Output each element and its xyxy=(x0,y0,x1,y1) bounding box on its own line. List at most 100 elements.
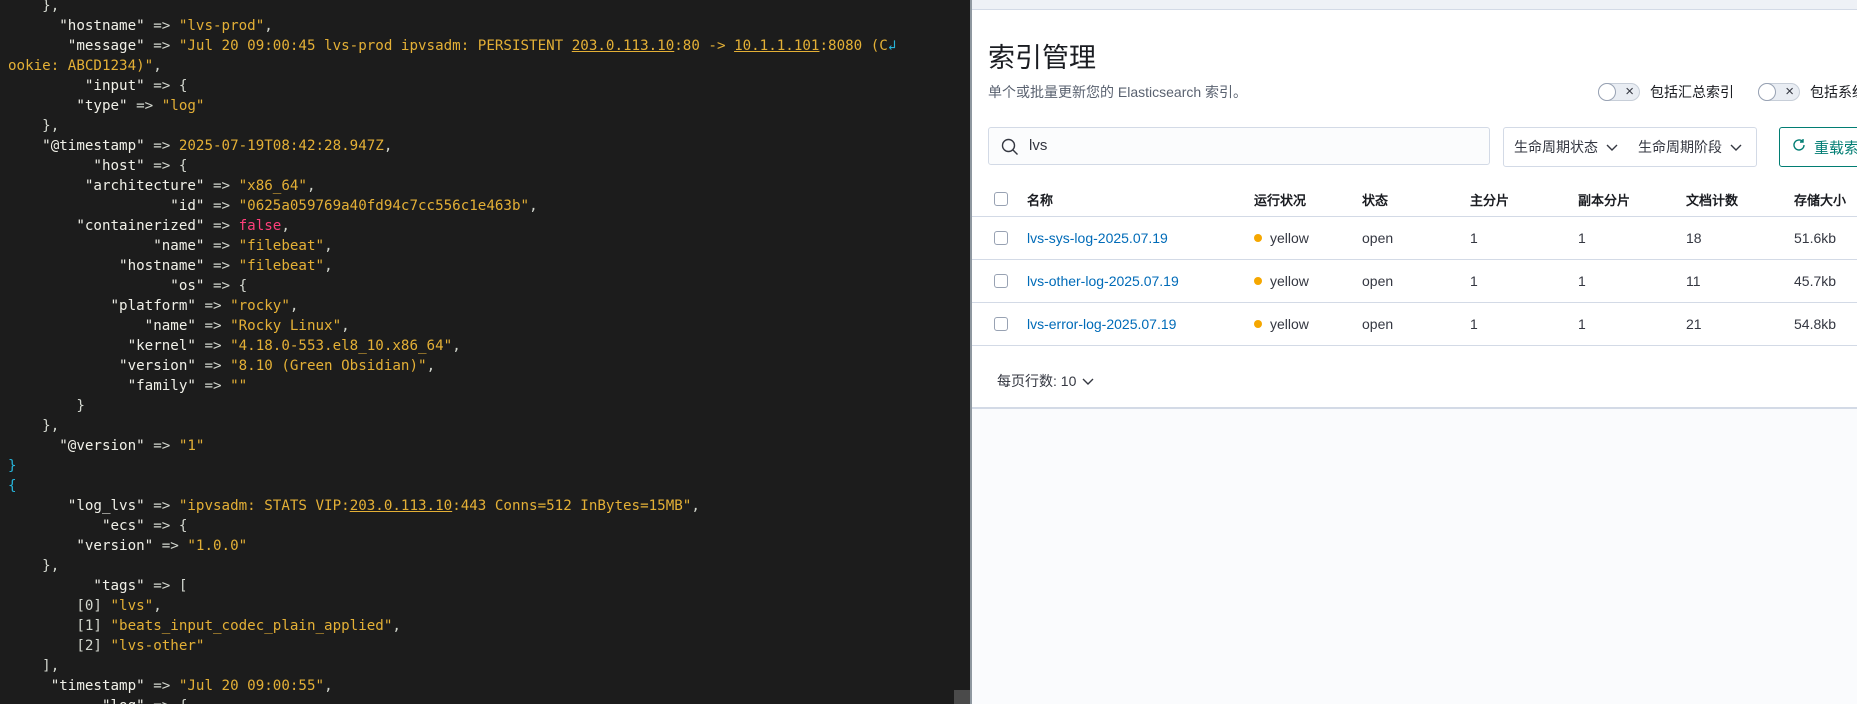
terminal-token: => xyxy=(204,258,239,274)
terminal-token: "log" xyxy=(161,98,205,114)
row-checkbox[interactable] xyxy=(994,260,1008,302)
terminal-token: , xyxy=(691,498,700,514)
primary-shards-cell-text: 1 xyxy=(1470,230,1478,246)
terminal-token: ], xyxy=(8,658,60,674)
row-checkbox[interactable] xyxy=(994,217,1008,259)
terminal-token: "8.10 (Green Obsidian)" xyxy=(230,358,427,374)
terminal-line: "name" => "Rocky Linux", xyxy=(8,316,950,336)
toggle-knob xyxy=(1758,83,1776,101)
terminal-line: "message" => "Jul 20 09:00:45 lvs-prod i… xyxy=(8,36,950,56)
storage-size-cell-text: 45.7kb xyxy=(1794,273,1837,289)
terminal-token: "ecs" xyxy=(8,518,145,534)
index-name-link-text[interactable]: lvs-error-log-2025.07.19 xyxy=(1027,316,1176,332)
terminal-token: , xyxy=(383,138,393,154)
terminal-token: { xyxy=(8,478,17,494)
toggle-knob xyxy=(1598,83,1616,101)
page-subtitle: 单个或批量更新您的 Elasticsearch 索引。 xyxy=(988,84,1248,100)
rows-per-page-label: 每页行数: 10 xyxy=(997,373,1077,389)
toggle-switch[interactable]: × xyxy=(1758,83,1800,101)
terminal-scrollbar[interactable] xyxy=(954,690,970,704)
health-cell-text: yellow xyxy=(1270,316,1309,332)
terminal-line: "os" => { xyxy=(8,276,950,296)
column-header-status[interactable]: 状态 xyxy=(1362,182,1388,216)
terminal-token: [1] xyxy=(8,618,111,634)
terminal-token: , xyxy=(392,618,401,634)
terminal-token: :80 -> xyxy=(674,38,735,54)
terminal-token: "timestamp" xyxy=(8,678,145,694)
index-name-link[interactable]: lvs-sys-log-2025.07.19 xyxy=(1027,217,1168,259)
terminal-token: ↲ xyxy=(887,38,897,54)
terminal-token: "architecture" xyxy=(8,178,205,194)
terminal-token: => xyxy=(195,298,231,314)
primary-shards-cell-text: 1 xyxy=(1470,316,1478,332)
terminal-line: } xyxy=(8,396,950,416)
doc-count-cell-text: 18 xyxy=(1686,230,1702,246)
status-cell: open xyxy=(1362,260,1393,302)
toggle-include-rollup[interactable]: × 包括汇总索引 xyxy=(1598,82,1734,102)
toggle-switch[interactable]: × xyxy=(1598,83,1640,101)
terminal-token: , xyxy=(529,198,538,214)
health-cell-text: yellow xyxy=(1270,273,1309,289)
column-header-health[interactable]: 运行状况 xyxy=(1254,182,1306,216)
row-checkbox[interactable] xyxy=(994,303,1008,345)
terminal-line: "version" => "8.10 (Green Obsidian)", xyxy=(8,356,950,376)
search-input[interactable]: lvs xyxy=(988,127,1490,165)
select-all-checkbox[interactable] xyxy=(994,182,1008,216)
lifecycle-phase-filter[interactable]: 生命周期阶段 xyxy=(1628,128,1752,166)
terminal-line: "id" => "0625a059769a40fd94c7cc556c1e463… xyxy=(8,196,950,216)
terminal-line: [1] "beats_input_codec_plain_applied", xyxy=(8,616,950,636)
terminal-line: "log" => { xyxy=(8,696,950,704)
primary-shards-cell: 1 xyxy=(1470,260,1478,302)
terminal-token: => xyxy=(204,238,239,254)
terminal-token: , xyxy=(324,678,333,694)
page-title: 索引管理 xyxy=(988,43,1096,73)
index-name-link-text[interactable]: lvs-sys-log-2025.07.19 xyxy=(1027,230,1168,246)
chevron-down-icon xyxy=(1082,373,1094,389)
terminal-line: { xyxy=(8,476,950,496)
reload-indices-button[interactable]: 重载索 xyxy=(1779,127,1857,167)
terminal-token: => xyxy=(195,338,231,354)
refresh-icon xyxy=(1792,138,1806,156)
toggle-include-system[interactable]: × 包括系统 xyxy=(1758,82,1857,102)
health-status-icon xyxy=(1254,277,1262,285)
terminal-token: "type" xyxy=(8,98,128,114)
terminal-line: "timestamp" => "Jul 20 09:00:55", xyxy=(8,676,950,696)
terminal-token: "beats_input_codec_plain_applied" xyxy=(110,618,393,634)
status-cell-text: open xyxy=(1362,273,1394,289)
terminal-token: "kernel" xyxy=(8,338,196,354)
health-cell: yellow xyxy=(1254,303,1309,345)
rows-per-page-selector[interactable]: 每页行数: 10 xyxy=(997,371,1094,391)
terminal-window[interactable]: }, "hostname" => "lvs-prod", "message" =… xyxy=(0,0,970,704)
terminal-token: "containerized" xyxy=(8,218,205,234)
index-name-link-text[interactable]: lvs-other-log-2025.07.19 xyxy=(1027,273,1179,289)
terminal-token: => xyxy=(204,178,239,194)
doc-count-cell: 21 xyxy=(1686,303,1702,345)
replica-shards-cell-text: 1 xyxy=(1578,316,1586,332)
terminal-line: "type" => "log" xyxy=(8,96,950,116)
terminal-token: , xyxy=(289,298,299,314)
column-header-docs[interactable]: 文档计数 xyxy=(1686,182,1738,216)
column-header-size[interactable]: 存储大小 xyxy=(1794,182,1846,216)
terminal-token: , xyxy=(341,318,350,334)
storage-size-cell-text: 51.6kb xyxy=(1794,230,1837,246)
filter-label: 生命周期状态 xyxy=(1514,139,1598,155)
terminal-token: "version" xyxy=(8,358,196,374)
index-management-panel: 索引管理 单个或批量更新您的 Elasticsearch 索引。 × 包括汇总索… xyxy=(972,10,1857,409)
terminal-line: "tags" => [ xyxy=(8,576,950,596)
health-cell: yellow xyxy=(1254,217,1309,259)
terminal-token: "name" xyxy=(8,238,205,254)
terminal-token: }, xyxy=(8,118,60,134)
index-name-link[interactable]: lvs-other-log-2025.07.19 xyxy=(1027,260,1179,302)
terminal-token: "id" xyxy=(8,198,205,214)
terminal-token: "filebeat" xyxy=(238,238,325,254)
column-header-name[interactable]: 名称 xyxy=(1027,182,1053,216)
index-name-link[interactable]: lvs-error-log-2025.07.19 xyxy=(1027,303,1176,345)
column-header-primary[interactable]: 主分片 xyxy=(1470,182,1509,216)
lifecycle-status-filter[interactable]: 生命周期状态 xyxy=(1504,128,1628,166)
terminal-line: "ecs" => { xyxy=(8,516,950,536)
terminal-token: 203.0.113.10 xyxy=(349,498,453,514)
terminal-token: "filebeat" xyxy=(238,258,325,274)
terminal-line: "platform" => "rocky", xyxy=(8,296,950,316)
terminal-token: "@timestamp" xyxy=(8,138,145,154)
column-header-replica[interactable]: 副本分片 xyxy=(1578,182,1630,216)
